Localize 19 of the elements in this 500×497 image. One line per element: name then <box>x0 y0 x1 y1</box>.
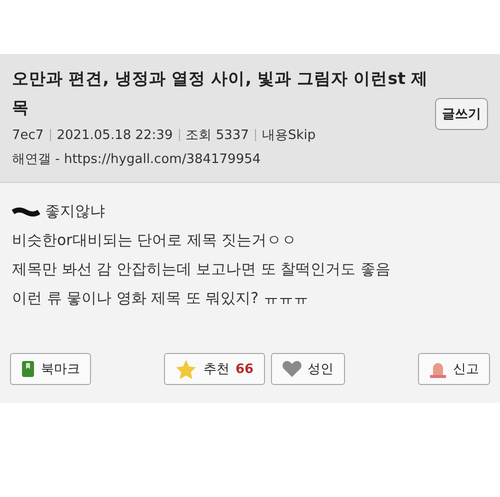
post-title: 오만과 편견, 냉정과 열정 사이, 빛과 그림자 이런st 제목 <box>12 68 430 119</box>
source-link[interactable]: 해연갤 - https://hygall.com/384179954 <box>12 150 425 168</box>
post-meta: 7ec7 <box>12 128 44 142</box>
post-meta: 조회 5337 <box>186 127 249 144</box>
heart-icon <box>282 360 302 378</box>
post-meta: 2021.05.18 22:39 <box>56 128 173 142</box>
post-text: 비슷한or대비되는 단어로 제목 짓는거ㅇㅇ <box>12 230 298 251</box>
post-text: 좋지않냐 <box>12 197 488 226</box>
bookmark-button[interactable]: 북마크 <box>10 353 91 385</box>
siren-icon <box>429 360 447 378</box>
adult-button[interactable]: 성인 <box>270 353 345 385</box>
recommend-button[interactable]: 추천 66 <box>164 353 265 385</box>
post-meta: 내용Skip <box>262 127 316 144</box>
write-button[interactable]: 글쓰기 <box>435 98 488 130</box>
post-text: 이런 류 뭏이나 영화 제목 또 뭐있지? ㅠㅠㅠ <box>12 288 310 309</box>
book-icon <box>21 360 35 378</box>
post-text: 제목만 봐선 감 안잡히는데 보고나면 또 찰떡인거도 좋음 <box>12 259 392 280</box>
report-button[interactable]: 신고 <box>418 353 490 385</box>
star-icon <box>175 358 198 380</box>
